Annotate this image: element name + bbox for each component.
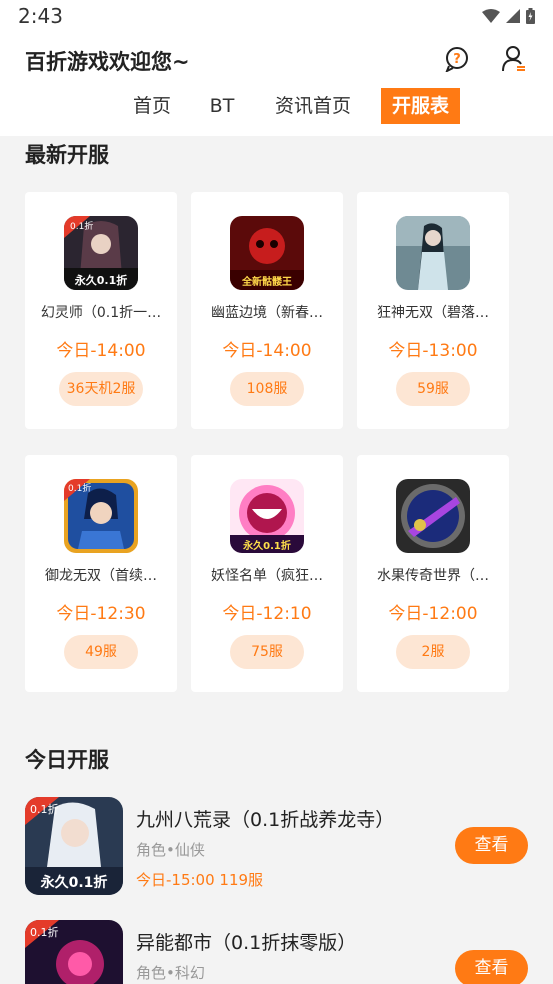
battery-icon xyxy=(526,8,535,24)
badge-text: 0.1折 xyxy=(70,220,93,232)
game-name: 水果传奇世界（… xyxy=(377,568,489,584)
tab-home[interactable]: 首页 xyxy=(131,88,173,124)
game-name: 妖怪名单（疯狂… xyxy=(211,568,323,584)
game-card[interactable]: 水果传奇世界（… 今日-12:00 2服 xyxy=(357,455,509,692)
game-icon: 0.1折 xyxy=(64,479,138,553)
server-badge: 36天机2服 xyxy=(59,372,143,406)
svg-text:永久0.1折: 永久0.1折 xyxy=(40,874,108,891)
app-header: 百折游戏欢迎您~ ? 首页 BT 资讯首页 开服表 xyxy=(0,34,553,136)
game-icon xyxy=(396,216,470,290)
section-title-today: 今日开服 xyxy=(25,748,109,772)
tab-bt[interactable]: BT xyxy=(207,88,237,124)
server-badge: 108服 xyxy=(230,372,304,406)
tab-server-schedule[interactable]: 开服表 xyxy=(381,88,460,124)
server-badge: 75服 xyxy=(230,635,304,669)
game-tags: 角色•仙侠 xyxy=(136,841,205,859)
view-button[interactable]: 查看 xyxy=(455,827,528,864)
open-time: 今日-12:30 xyxy=(56,604,146,624)
view-button[interactable]: 查看 xyxy=(455,950,528,984)
game-card[interactable]: 全新骷髅王 幽蓝边境（新春… 今日-14:00 108服 xyxy=(191,192,343,429)
svg-text:全新骷髅王: 全新骷髅王 xyxy=(241,275,292,288)
game-card[interactable]: 狂神无双（碧落… 今日-13:00 59服 xyxy=(357,192,509,429)
open-time: 今日-12:10 xyxy=(222,604,312,624)
game-icon: 全新骷髅王 xyxy=(230,216,304,290)
user-settings-icon[interactable] xyxy=(499,44,529,74)
game-name: 异能都市（0.1折抹零版） xyxy=(136,932,357,954)
game-name: 狂神无双（碧落… xyxy=(377,305,489,321)
game-name: 九州八荒录（0.1折战养龙寺） xyxy=(136,809,395,831)
svg-text:?: ? xyxy=(453,52,461,67)
open-time: 今日-14:00 xyxy=(222,341,312,361)
open-info: 今日-15:00 119服 xyxy=(136,871,264,889)
game-name: 御龙无双（首续… xyxy=(45,568,157,584)
server-badge: 2服 xyxy=(396,635,470,669)
game-name: 幽蓝边境（新春… xyxy=(211,305,323,321)
game-card[interactable]: 0.1折 永久0.1折 幻灵师（0.1折一… 今日-14:00 36天机2服 xyxy=(25,192,177,429)
wifi-icon xyxy=(482,9,500,23)
signal-icon xyxy=(506,9,520,23)
help-chat-icon[interactable]: ? xyxy=(442,44,472,74)
game-card[interactable]: 0.1折 御龙无双（首续… 今日-12:30 49服 xyxy=(25,455,177,692)
status-bar: 2:43 xyxy=(0,0,553,34)
game-icon: 永久0.1折 xyxy=(230,479,304,553)
svg-text:永久0.1折: 永久0.1折 xyxy=(242,539,291,552)
game-tags: 角色•科幻 xyxy=(136,964,205,982)
badge-text: 0.1折 xyxy=(30,802,59,816)
game-icon: 0.1折 永久0.1折 xyxy=(25,797,123,895)
status-icons xyxy=(482,8,535,24)
game-card[interactable]: 永久0.1折 妖怪名单（疯狂… 今日-12:10 75服 xyxy=(191,455,343,692)
server-badge: 49服 xyxy=(64,635,138,669)
open-time: 今日-13:00 xyxy=(388,341,478,361)
game-icon: 0.1折 xyxy=(25,920,123,984)
top-tabs: 首页 BT 资讯首页 开服表 xyxy=(0,88,553,124)
game-name: 幻灵师（0.1折一… xyxy=(40,305,162,321)
svg-text:0.1折: 0.1折 xyxy=(30,925,59,939)
game-icon xyxy=(396,479,470,553)
list-item[interactable]: 0.1折 永久0.1折 九州八荒录（0.1折战养龙寺） 角色•仙侠 今日-15:… xyxy=(0,797,553,907)
server-badge: 59服 xyxy=(396,372,470,406)
app-title: 百折游戏欢迎您~ xyxy=(25,50,190,74)
tab-news-home[interactable]: 资讯首页 xyxy=(272,88,354,124)
open-time: 今日-12:00 xyxy=(388,604,478,624)
list-item[interactable]: 0.1折 异能都市（0.1折抹零版） 角色•科幻 查看 xyxy=(0,920,553,984)
section-title-latest: 最新开服 xyxy=(25,143,109,167)
game-icon: 0.1折 永久0.1折 xyxy=(64,216,138,290)
svg-text:0.1折: 0.1折 xyxy=(68,482,91,494)
status-time: 2:43 xyxy=(18,4,63,28)
svg-text:永久0.1折: 永久0.1折 xyxy=(74,273,128,287)
open-time: 今日-14:00 xyxy=(56,341,146,361)
